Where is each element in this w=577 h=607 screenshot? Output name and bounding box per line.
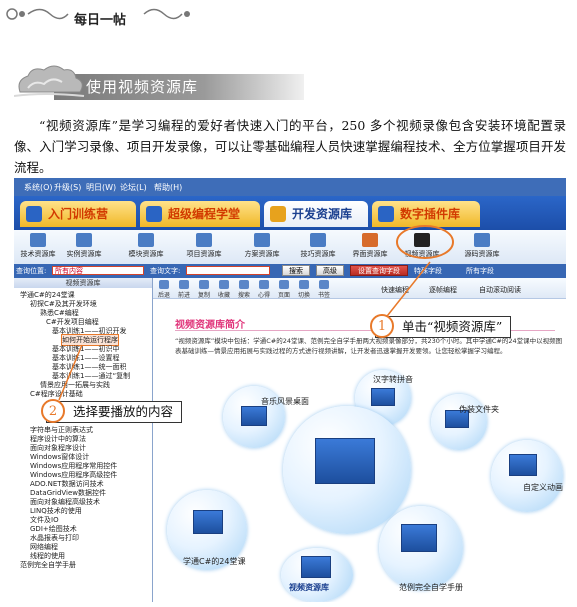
callout-arrows — [58, 261, 431, 401]
callout-text: 单击“视频资源库” — [402, 319, 503, 334]
callout-2: 2 选择要播放的内容 — [41, 399, 183, 423]
callout-1: 1 单击“视频资源库” — [370, 314, 512, 338]
callout-number: 1 — [370, 314, 394, 338]
callout-text: 选择要播放的内容 — [73, 404, 174, 419]
callout-number: 2 — [41, 399, 65, 423]
